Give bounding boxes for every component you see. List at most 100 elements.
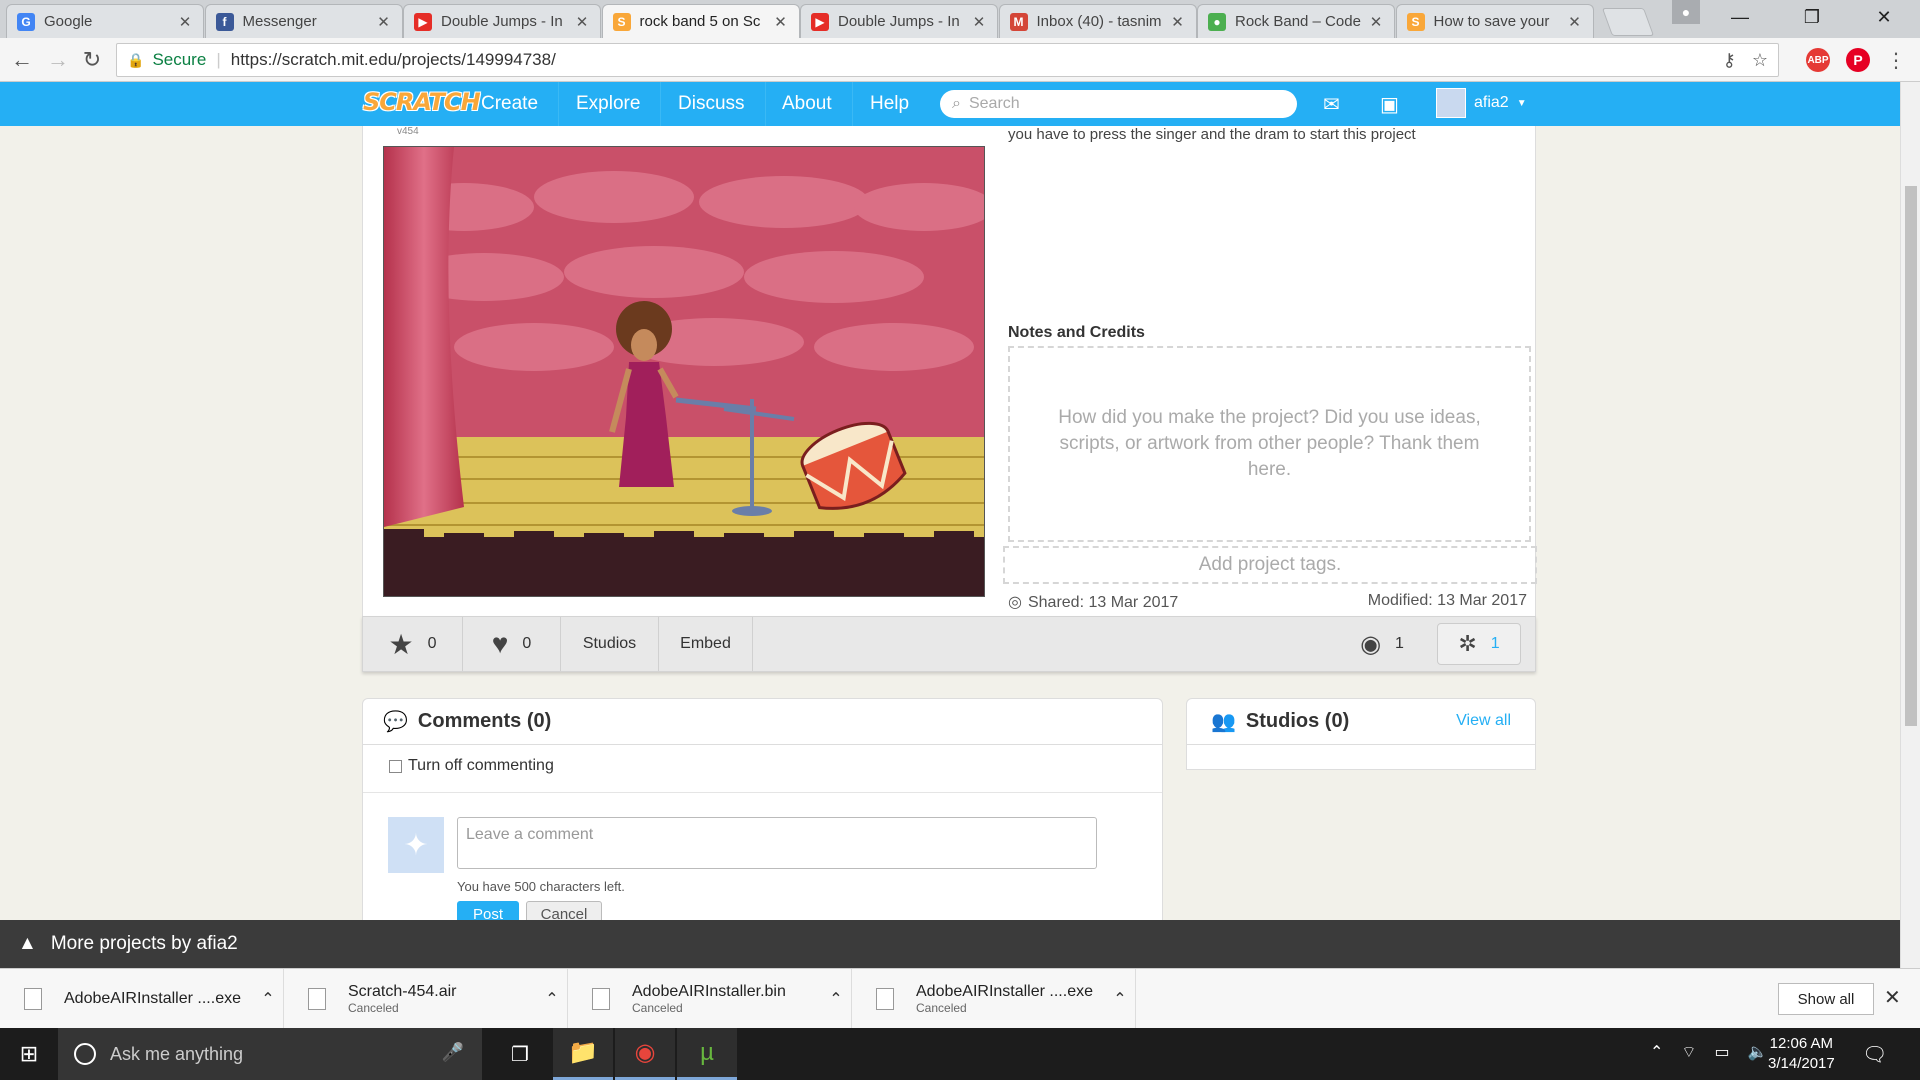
browser-toolbar: ← → ↻ 🔒 Secure | https://scratch.mit.edu… (0, 38, 1920, 82)
scratch-navbar: SCRATCH Create Explore Discuss About Hel… (0, 82, 1900, 126)
close-tab-icon[interactable]: ✕ (376, 13, 392, 31)
nav-discuss[interactable]: Discuss (658, 82, 766, 126)
task-view-icon[interactable]: ❐ (490, 1028, 550, 1080)
address-bar[interactable]: 🔒 Secure | https://scratch.mit.edu/proje… (116, 43, 1779, 77)
embed-button[interactable]: Embed (659, 617, 753, 671)
project-stage[interactable] (383, 146, 985, 597)
reload-icon[interactable]: ↻ (76, 44, 108, 76)
browser-tab[interactable]: G Google ✕ (6, 4, 204, 38)
remix-count: 1 (1490, 635, 1500, 652)
avatar (1436, 88, 1466, 118)
close-icon[interactable]: ✕ (1884, 985, 1901, 1010)
close-tab-icon[interactable]: ✕ (1368, 13, 1384, 31)
turn-off-checkbox[interactable] (389, 759, 402, 773)
url-text: https://scratch.mit.edu/projects/1499947… (230, 50, 556, 69)
nav-help[interactable]: Help (850, 82, 929, 126)
page-scrollbar[interactable] (1900, 82, 1920, 968)
file-explorer-icon[interactable]: 📁 (553, 1028, 613, 1080)
notes-field[interactable]: How did you make the project? Did you us… (1008, 346, 1531, 542)
download-item[interactable]: AdobeAIRInstaller.bin Canceled ⌃ (568, 969, 852, 1029)
file-icon (24, 988, 42, 1010)
bookmark-star-icon[interactable]: ☆ (1752, 50, 1768, 71)
download-item[interactable]: AdobeAIRInstaller ....exe Canceled ⌃ (852, 969, 1136, 1029)
back-icon[interactable]: ← (6, 44, 38, 76)
close-tab-icon[interactable]: ✕ (773, 13, 789, 31)
more-projects-bar[interactable]: ▲ More projects by afia2 (0, 920, 1900, 968)
gmail-icon: M (1009, 12, 1028, 31)
chevron-up-icon[interactable]: ⌃ (1650, 1042, 1663, 1062)
browser-tab[interactable]: ● Rock Band – Code ✕ (1197, 4, 1395, 38)
studios-button[interactable]: Studios (561, 617, 659, 671)
new-tab-button[interactable] (1601, 8, 1655, 36)
user-menu[interactable]: afia2 ▼ (1436, 88, 1527, 118)
close-tab-icon[interactable]: ✕ (1170, 13, 1186, 31)
messages-icon[interactable]: ✉ (1323, 92, 1340, 117)
clock[interactable]: 12:06 AM 3/14/2017 (1768, 1034, 1835, 1074)
scratch-icon: S (1406, 12, 1425, 31)
eye-icon: ◉ (1360, 630, 1382, 658)
download-text: AdobeAIRInstaller ....exe (64, 990, 253, 1008)
microphone-icon[interactable]: 🎤 (442, 1042, 464, 1063)
download-item[interactable]: Scratch-454.air Canceled ⌃ (284, 969, 568, 1029)
adblock-icon[interactable]: ABP (1806, 48, 1830, 72)
chevron-down-icon: ▼ (1516, 97, 1527, 109)
browser-tab[interactable]: f Messenger ✕ (204, 4, 403, 38)
close-tab-icon[interactable]: ✕ (574, 13, 590, 31)
project-stats-bar: ★ 0 ♥ 0 Studios Embed ◉ 1 ✲ 1 (362, 616, 1536, 672)
view-all-link[interactable]: View all (1456, 712, 1511, 730)
heart-icon: ♥ (491, 628, 509, 659)
chevron-up-icon[interactable]: ⌃ (537, 989, 567, 1009)
close-tab-icon[interactable]: ✕ (1567, 13, 1583, 31)
turn-off-commenting[interactable]: Turn off commenting (389, 757, 554, 775)
show-all-button[interactable]: Show all (1778, 983, 1874, 1015)
comment-input[interactable]: Leave a comment (457, 817, 1097, 869)
favorite-button[interactable]: ★ 0 (363, 617, 463, 671)
close-window-icon[interactable]: ✕ (1856, 0, 1912, 34)
battery-icon[interactable]: ▭ (1714, 1042, 1729, 1062)
love-button[interactable]: ♥ 0 (463, 617, 561, 671)
my-stuff-icon[interactable]: ▣ (1380, 92, 1399, 117)
remix-tree-button[interactable]: ✲ 1 (1437, 623, 1521, 665)
tab-title: Double Jumps - In (441, 13, 563, 30)
browser-tab[interactable]: Srock band 5 on Sc ✕ (601, 4, 800, 38)
windows-start-icon[interactable]: ⊞ (0, 1028, 58, 1080)
download-status: Canceled (916, 1001, 967, 1015)
nav-create[interactable]: Create (461, 82, 560, 126)
cortana-search[interactable]: Ask me anything 🎤 (58, 1028, 482, 1080)
time: 12:06 AM (1769, 1035, 1834, 1052)
love-count: 0 (522, 635, 532, 652)
tab-title: Messenger (242, 13, 317, 30)
chevron-up-icon[interactable]: ⌃ (821, 989, 851, 1009)
google-icon: G (17, 12, 35, 31)
triangle-up-icon: ▲ (18, 933, 37, 954)
profile-icon[interactable]: ● (1672, 0, 1700, 24)
volume-icon[interactable]: 🔈 (1748, 1042, 1768, 1062)
close-tab-icon[interactable]: ✕ (177, 13, 193, 31)
project-instructions: you have to press the singer and the dra… (1008, 126, 1416, 143)
browser-tab[interactable]: ▶ Double Jumps - In ✕ (800, 4, 998, 38)
pinterest-icon[interactable]: P (1846, 48, 1870, 72)
notification-icon[interactable]: 🗨 (1862, 1042, 1887, 1067)
key-icon[interactable]: ⚷ (1723, 50, 1736, 71)
browser-tab[interactable]: S How to save your ✕ (1395, 4, 1594, 38)
speech-bubble-icon: 💬 (383, 711, 408, 733)
chevron-up-icon[interactable]: ⌃ (1105, 989, 1135, 1009)
browser-tab[interactable]: ▶ Double Jumps - In ✕ (403, 4, 601, 38)
close-tab-icon[interactable]: ✕ (971, 13, 987, 31)
menu-icon[interactable]: ⋮ (1880, 44, 1912, 76)
forward-icon[interactable]: → (42, 44, 74, 76)
nav-explore[interactable]: Explore (556, 82, 662, 126)
browser-tab[interactable]: M Inbox (40) - tasnim ✕ (998, 4, 1197, 38)
search-input[interactable]: ⌕ Search (940, 90, 1297, 118)
tags-field[interactable]: Add project tags. (1003, 546, 1537, 584)
utorrent-icon[interactable]: µ (677, 1028, 737, 1080)
chrome-icon[interactable]: ◉ (615, 1028, 675, 1080)
nav-about[interactable]: About (762, 82, 853, 126)
restore-icon[interactable]: ❐ (1784, 0, 1840, 34)
download-item[interactable]: AdobeAIRInstaller ....exe ⌃ (0, 969, 284, 1029)
wifi-icon[interactable]: ⌔ (1681, 1042, 1696, 1062)
chevron-up-icon[interactable]: ⌃ (253, 989, 283, 1009)
scrollbar-thumb[interactable] (1905, 186, 1917, 726)
minimize-icon[interactable]: — (1712, 0, 1768, 34)
facebook-icon: f (215, 12, 234, 31)
